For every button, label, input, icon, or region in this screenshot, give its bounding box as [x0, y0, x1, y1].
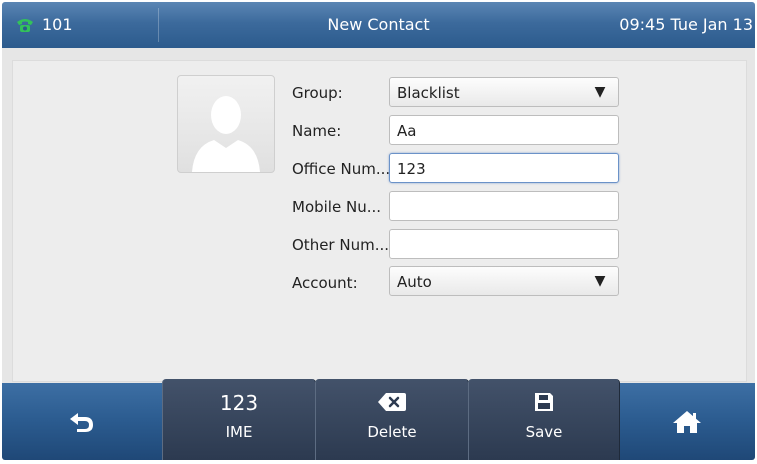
save-button[interactable]: Save: [468, 379, 620, 460]
contact-placeholder-icon[interactable]: [177, 75, 275, 173]
mobile-number-field[interactable]: [389, 191, 619, 221]
chevron-down-icon[interactable]: ▼: [586, 81, 614, 103]
contact-form-panel: Group: Blacklist ▼ Name: Aa Office Num..…: [12, 60, 747, 382]
chevron-down-icon[interactable]: ▼: [586, 270, 614, 292]
ime-button-label: IME: [225, 423, 253, 441]
other-number-label: Other Num...: [292, 236, 390, 254]
ime-mode-value: 123: [219, 391, 259, 415]
home-icon: [672, 410, 701, 433]
name-label: Name:: [292, 122, 342, 140]
back-button[interactable]: [2, 383, 162, 460]
account-label: Account:: [292, 274, 358, 292]
account-select[interactable]: Auto ▼: [389, 266, 619, 296]
phone-screen: 101 New Contact 09:45 Tue Jan 13 Group: …: [2, 2, 755, 460]
ime-button[interactable]: 123 IME: [162, 379, 316, 460]
group-select-value: Blacklist: [397, 84, 460, 102]
home-button[interactable]: [618, 383, 755, 460]
office-number-field[interactable]: 123: [389, 153, 619, 183]
name-field[interactable]: Aa: [389, 115, 619, 145]
group-label: Group:: [292, 84, 343, 102]
delete-button[interactable]: Delete: [315, 379, 469, 460]
group-select[interactable]: Blacklist ▼: [389, 77, 619, 107]
office-number-label: Office Num...: [292, 160, 391, 178]
other-number-field[interactable]: [389, 229, 619, 259]
status-bar: 101 New Contact 09:45 Tue Jan 13: [2, 2, 755, 48]
account-select-value: Auto: [397, 273, 432, 291]
backspace-icon: [378, 393, 406, 411]
delete-button-label: Delete: [367, 423, 417, 441]
back-arrow-icon: [70, 412, 93, 432]
mobile-number-label: Mobile Nu...: [292, 198, 382, 216]
softkey-bar: 123 IME Delete Save: [2, 379, 755, 460]
save-button-label: Save: [525, 423, 563, 441]
clock: 09:45 Tue Jan 13: [619, 15, 753, 34]
floppy-disk-icon: [535, 393, 553, 411]
